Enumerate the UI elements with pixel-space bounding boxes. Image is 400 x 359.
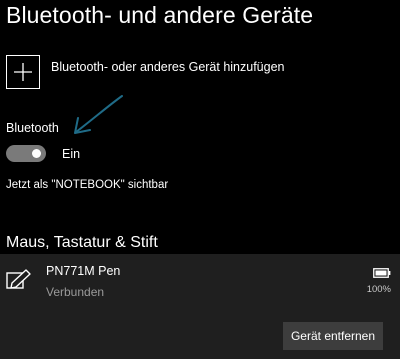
device-status: Verbunden: [46, 285, 105, 299]
pen-icon: [6, 269, 31, 289]
battery-level: 100%: [366, 284, 391, 295]
bluetooth-heading: Bluetooth: [6, 121, 59, 135]
bluetooth-toggle-row: Ein: [6, 145, 80, 162]
add-device-label: Bluetooth- oder anderes Gerät hinzufügen: [51, 60, 285, 74]
page-title: Bluetooth- und andere Geräte: [6, 2, 314, 28]
plus-icon[interactable]: [6, 55, 40, 89]
device-name: PN771M Pen: [46, 264, 121, 278]
bluetooth-toggle[interactable]: [6, 145, 46, 162]
toggle-knob: [32, 149, 41, 158]
section-heading: Maus, Tastatur & Stift: [6, 234, 158, 251]
battery-icon: [373, 268, 391, 278]
settings-page: Bluetooth- und andere Geräte Bluetooth- …: [0, 0, 400, 359]
remove-device-button[interactable]: Gerät entfernen: [283, 322, 383, 350]
device-card[interactable]: PN771M Pen Verbunden 100% Gerät entferne…: [0, 254, 400, 359]
add-device-button[interactable]: Bluetooth- oder anderes Gerät hinzufügen: [6, 55, 285, 89]
visibility-text: Jetzt als "NOTEBOOK" sichtbar: [6, 179, 169, 191]
toggle-state-label: Ein: [62, 146, 81, 161]
hand-drawn-arrow-icon: [74, 95, 123, 134]
